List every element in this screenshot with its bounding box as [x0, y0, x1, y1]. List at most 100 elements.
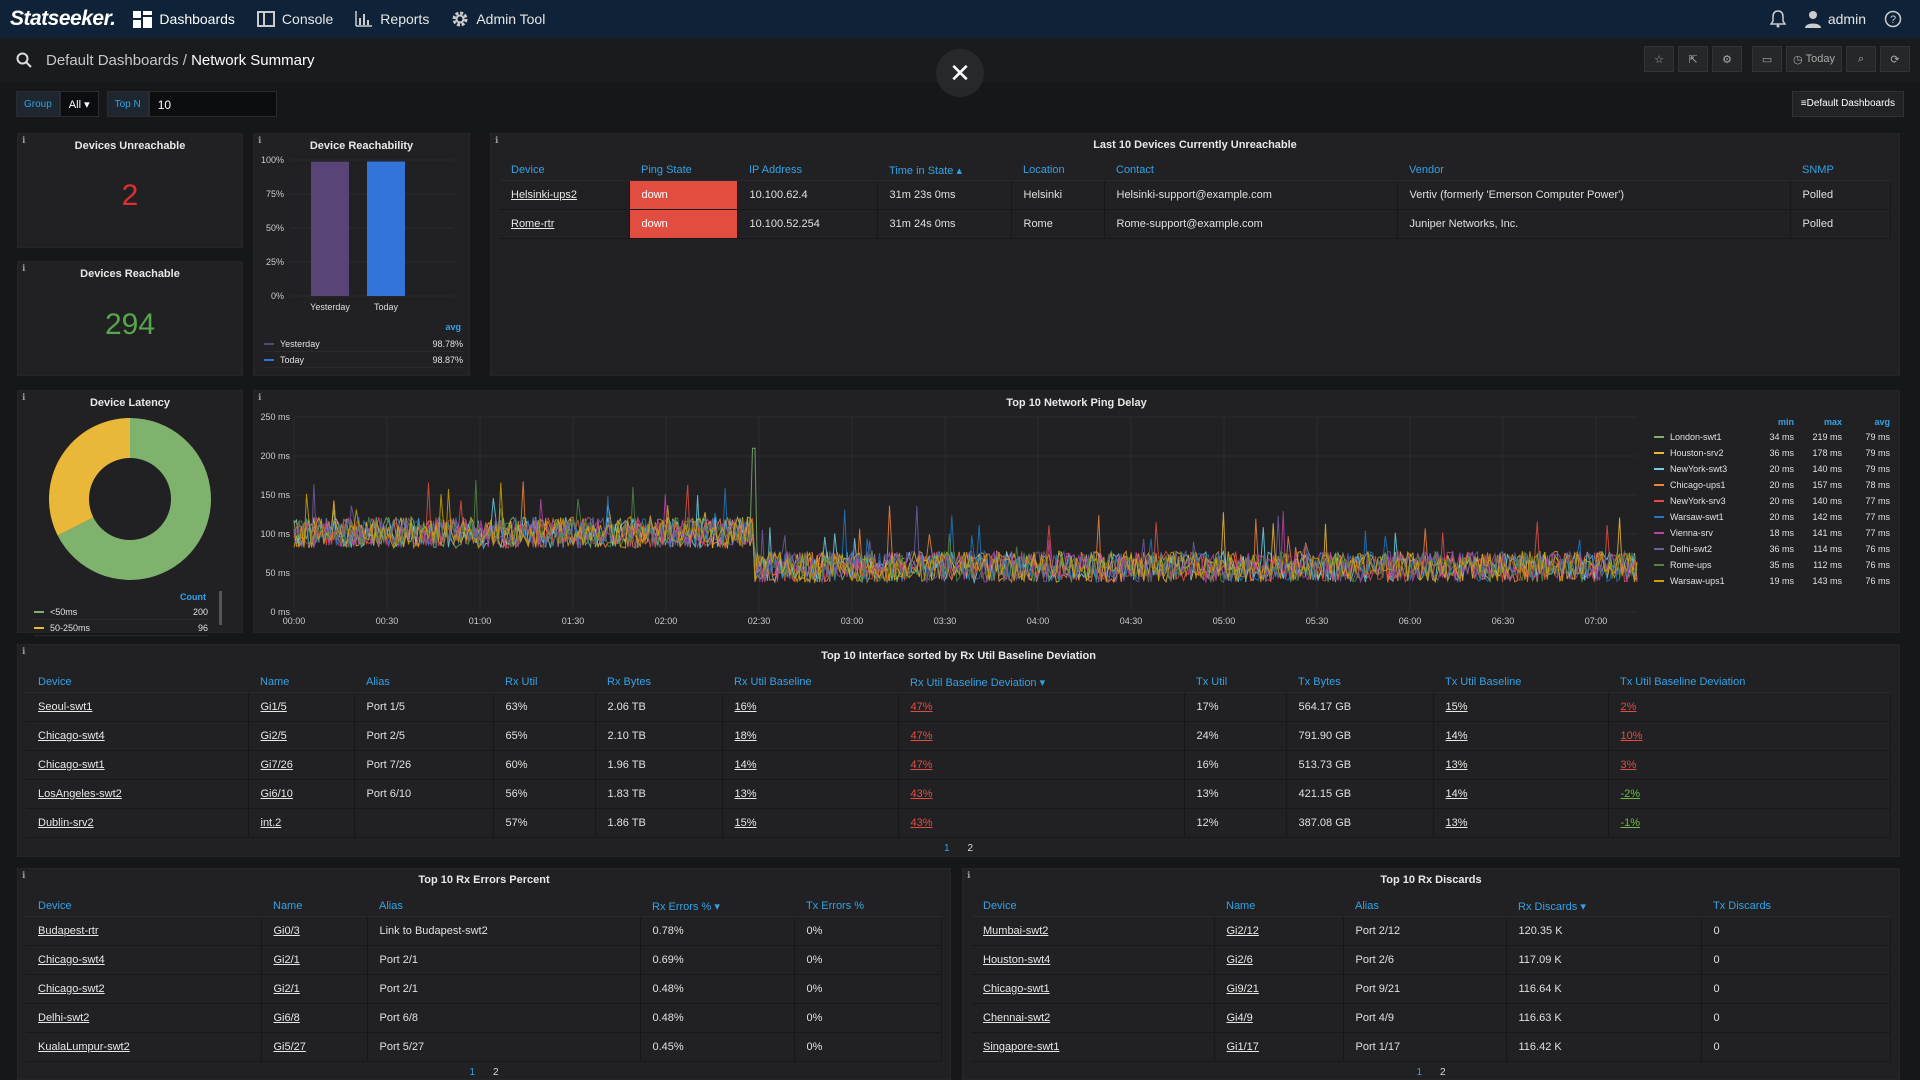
table-cell[interactable]: Chennai-swt2	[971, 1003, 1215, 1033]
column-header[interactable]: Device	[499, 161, 629, 181]
table-cell[interactable]: Gi7/26	[248, 750, 355, 780]
table-cell[interactable]: Budapest-rtr	[26, 916, 262, 946]
column-header[interactable]: Name	[248, 673, 354, 693]
table-cell[interactable]: int.2	[248, 808, 355, 838]
table-cell[interactable]: 13%	[722, 779, 899, 809]
table-cell[interactable]: Gi9/21	[1214, 974, 1344, 1004]
table-cell[interactable]: Delhi-swt2	[26, 1003, 262, 1033]
table-cell[interactable]: 15%	[1433, 692, 1609, 722]
table-row[interactable]: Helsinki-ups2 down 10.100.62.4 31m 23s 0ms H…	[499, 180, 1891, 210]
legend-item[interactable]: Chicago-ups1 20 ms 157 ms 78 ms	[1654, 477, 1890, 493]
legend-scrollbar[interactable]	[219, 591, 222, 625]
table-cell[interactable]: Chicago-swt1	[26, 750, 249, 780]
column-header[interactable]: Name	[261, 897, 367, 917]
column-header[interactable]: Location	[1011, 161, 1104, 181]
tv-mode-button[interactable]: ▭	[1752, 46, 1783, 72]
table-cell[interactable]: Gi2/6	[1214, 945, 1344, 975]
table-cell[interactable]: Rome-rtr	[499, 209, 630, 239]
topn-filter-input[interactable]: 10	[148, 91, 277, 117]
refresh-button[interactable]: ⟳	[1880, 46, 1910, 72]
page-link-2[interactable]: 2	[968, 843, 974, 854]
column-header[interactable]: Rx Util Baseline Deviation ▾	[898, 673, 1184, 693]
share-button[interactable]: ⇱	[1678, 46, 1709, 72]
table-cell[interactable]: 13%	[1433, 750, 1609, 780]
table-row[interactable]: Chicago-swt4 Gi2/5 Port 2/5 65% 2.10 TB 18% 47…	[26, 721, 1891, 751]
table-row[interactable]: Budapest-rtr Gi0/3 Link to Budapest-swt2 0.…	[26, 916, 942, 946]
search-icon[interactable]	[16, 52, 32, 68]
table-row[interactable]: Chennai-swt2 Gi4/9 Port 4/9 116.63 K0	[971, 1003, 1891, 1033]
column-header[interactable]: IP Address	[737, 161, 877, 181]
table-cell[interactable]: Gi2/1	[261, 974, 368, 1004]
legend-item[interactable]: Yesterday 98.78%	[264, 336, 463, 352]
page-link-2[interactable]: 2	[493, 1067, 499, 1078]
column-header[interactable]: Ping State	[629, 161, 737, 181]
table-cell[interactable]: Gi2/5	[248, 721, 355, 751]
bar-yesterday[interactable]	[311, 161, 349, 296]
column-header[interactable]: Alias	[1343, 897, 1506, 917]
table-cell[interactable]: 13%	[1433, 808, 1609, 838]
legend-item[interactable]: Today 98.87%	[264, 352, 463, 368]
table-cell[interactable]: Chicago-swt1	[971, 974, 1215, 1004]
table-cell[interactable]: 3%	[1608, 750, 1891, 780]
page-link-1[interactable]: 1	[1416, 1067, 1422, 1078]
column-header[interactable]: Device	[26, 897, 261, 917]
table-cell[interactable]: Gi2/1	[261, 945, 368, 975]
table-cell[interactable]: Gi1/5	[248, 692, 355, 722]
help-button[interactable]: ?	[1884, 10, 1902, 28]
nav-admin-tool[interactable]: Admin Tool	[451, 10, 545, 28]
table-cell[interactable]: 47%	[898, 750, 1185, 780]
table-cell[interactable]: Dublin-srv2	[26, 808, 249, 838]
table-cell[interactable]: 15%	[722, 808, 899, 838]
page-link-1[interactable]: 1	[944, 843, 950, 854]
table-cell[interactable]: -2%	[1608, 779, 1891, 809]
table-cell[interactable]: 2%	[1608, 692, 1891, 722]
donut-slice-1[interactable]	[48, 418, 130, 536]
column-header[interactable]: SNMP	[1790, 161, 1891, 181]
settings-button[interactable]: ⚙	[1712, 46, 1743, 72]
legend-item[interactable]: Delhi-swt2 36 ms 114 ms 76 ms	[1654, 541, 1890, 557]
default-dashboards-link[interactable]: ≡Default Dashboards	[1791, 91, 1904, 117]
table-row[interactable]: LosAngeles-swt2 Gi6/10 Port 6/10 56% 1.83 TB…	[26, 779, 1891, 809]
column-header[interactable]: Rx Discards ▾	[1506, 897, 1701, 917]
table-cell[interactable]: -1%	[1608, 808, 1891, 838]
column-header[interactable]: Name	[1214, 897, 1343, 917]
legend-item[interactable]: London-swt1 34 ms 219 ms 79 ms	[1654, 429, 1890, 445]
table-cell[interactable]: Chicago-swt4	[26, 945, 262, 975]
table-cell[interactable]: 14%	[1433, 779, 1609, 809]
table-row[interactable]: Chicago-swt4 Gi2/1 Port 2/1 0.69% 0%	[26, 945, 942, 975]
breadcrumb-parent[interactable]: Default Dashboards	[46, 52, 179, 69]
column-header[interactable]: Vendor	[1397, 161, 1790, 181]
column-header[interactable]: Time in State ▴	[877, 161, 1011, 181]
legend-item[interactable]: <50ms 200	[34, 604, 208, 620]
column-header[interactable]: Alias	[367, 897, 640, 917]
table-cell[interactable]: Gi6/10	[248, 779, 355, 809]
legend-item[interactable]: Warsaw-ups1 19 ms 143 ms 76 ms	[1654, 573, 1890, 589]
column-header[interactable]: Rx Util	[493, 673, 595, 693]
table-cell[interactable]: Houston-swt4	[971, 945, 1215, 975]
table-cell[interactable]: 47%	[898, 692, 1185, 722]
nav-reports[interactable]: Reports	[355, 11, 429, 27]
table-cell[interactable]: 10%	[1608, 721, 1891, 751]
column-header[interactable]: Tx Util Baseline	[1433, 673, 1608, 693]
close-button[interactable]: ✕	[936, 49, 984, 97]
table-row[interactable]: Mumbai-swt2 Gi2/12 Port 2/12 120.35 K0	[971, 916, 1891, 946]
table-cell[interactable]: Gi5/27	[261, 1032, 368, 1062]
table-cell[interactable]: Chicago-swt2	[26, 974, 262, 1004]
column-header[interactable]: Tx Discards	[1701, 897, 1891, 917]
nav-console[interactable]: Console	[256, 11, 333, 27]
table-cell[interactable]: 47%	[898, 721, 1185, 751]
table-row[interactable]: Seoul-swt1 Gi1/5 Port 1/5 63% 2.06 TB 16% 47% 1…	[26, 692, 1891, 722]
notifications-button[interactable]	[1769, 10, 1786, 28]
table-cell[interactable]: 43%	[898, 808, 1185, 838]
table-row[interactable]: Delhi-swt2 Gi6/8 Port 6/8 0.48% 0%	[26, 1003, 942, 1033]
legend-item[interactable]: Houston-srv2 36 ms 178 ms 79 ms	[1654, 445, 1890, 461]
column-header[interactable]: Rx Bytes	[595, 673, 722, 693]
column-header[interactable]: Contact	[1104, 161, 1397, 181]
table-cell[interactable]: 18%	[722, 721, 899, 751]
column-header[interactable]: Rx Errors % ▾	[640, 897, 794, 917]
column-header[interactable]: Device	[971, 897, 1214, 917]
table-row[interactable]: Singapore-swt1 Gi1/17 Port 1/17 116.42 K0	[971, 1032, 1891, 1062]
legend-item[interactable]: 50-250ms 96	[34, 620, 208, 636]
table-cell[interactable]: Gi1/17	[1214, 1032, 1344, 1062]
bar-today[interactable]	[367, 161, 405, 296]
